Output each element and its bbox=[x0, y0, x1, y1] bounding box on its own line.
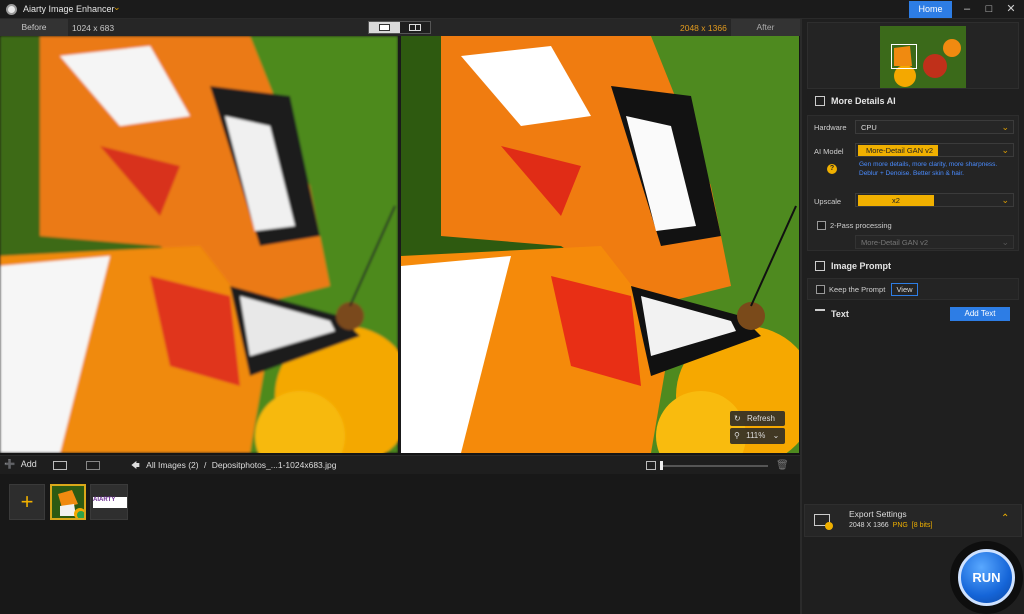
butterfly-before-graphic bbox=[0, 36, 398, 453]
image-list: + AIARTY bbox=[0, 474, 800, 614]
image-thumbnail[interactable]: AIARTY bbox=[90, 484, 128, 520]
add-button[interactable]: ➕ Add bbox=[4, 459, 37, 470]
after-image[interactable] bbox=[401, 36, 799, 453]
small-grid-icon[interactable] bbox=[86, 461, 100, 470]
add-image-tile[interactable]: + bbox=[9, 484, 45, 520]
section-title: More Details AI bbox=[831, 96, 896, 106]
section-more-details: More Details AI bbox=[807, 93, 1019, 111]
ai-model-label: AI Model bbox=[814, 147, 844, 156]
compare-bar: Before 1024 x 683 2048 x 1366 After bbox=[0, 19, 800, 36]
section-image-prompt: Image Prompt bbox=[807, 258, 1019, 276]
chevron-down-icon: ⌄ bbox=[772, 431, 780, 440]
viewport-frame[interactable] bbox=[891, 44, 917, 69]
single-view-button[interactable] bbox=[369, 22, 400, 33]
before-image[interactable] bbox=[0, 36, 398, 453]
hardware-value: CPU bbox=[861, 123, 877, 132]
help-icon[interactable]: ? bbox=[827, 164, 837, 174]
chevron-up-icon[interactable]: ⌃ bbox=[1001, 513, 1009, 524]
document-icon bbox=[815, 261, 825, 271]
maximize-icon[interactable]: □ bbox=[979, 2, 999, 16]
export-info: 2048 X 1366 PNG [8 bits] bbox=[849, 522, 932, 529]
chevron-down-icon: ⌄ bbox=[1001, 195, 1009, 205]
ai-model-value: More-Detail GAN v2 bbox=[858, 145, 938, 156]
zoom-icon: ⚲ bbox=[734, 431, 740, 440]
trash-icon[interactable]: 🗑 bbox=[776, 460, 789, 471]
refresh-icon: ↻ bbox=[734, 414, 741, 423]
split-view-button[interactable] bbox=[400, 22, 430, 33]
ai-settings-box: Hardware CPU ⌄ AI Model More-Detail GAN … bbox=[807, 115, 1019, 251]
upscale-dropdown[interactable]: x2 ⌄ bbox=[855, 193, 1014, 207]
text-icon bbox=[815, 309, 825, 319]
chevron-down-icon: ⌄ bbox=[1001, 237, 1009, 247]
zoom-value: 111% bbox=[746, 431, 766, 440]
enhance-icon bbox=[815, 96, 825, 106]
app-window: Aiarty Image Enhancer ⌄ Home – □ ✕ Befor… bbox=[0, 0, 1024, 614]
zoom-dropdown[interactable]: ⚲ 111% ⌄ bbox=[730, 428, 785, 444]
navigator-preview[interactable] bbox=[807, 22, 1019, 89]
two-pass-checkbox[interactable] bbox=[817, 221, 826, 230]
butterfly-thumbnail-graphic bbox=[52, 486, 84, 518]
plus-icon: ➕ bbox=[4, 459, 16, 469]
after-size: 2048 x 1366 bbox=[680, 23, 727, 33]
breadcrumb: 🡄 All Images (2) / Depositphotos_...1-10… bbox=[131, 460, 336, 474]
breadcrumb-separator: / bbox=[203, 460, 207, 470]
image-list-toolbar: ➕ Add 🡄 All Images (2) / Depositphotos_.… bbox=[0, 455, 800, 474]
image-thumbnail[interactable] bbox=[50, 484, 86, 520]
butterfly-after-graphic bbox=[401, 36, 799, 453]
close-icon[interactable]: ✕ bbox=[1001, 2, 1021, 16]
two-pass-label: 2-Pass processing bbox=[830, 221, 892, 230]
ai-model-description: Gen more details, more clarity, more sha… bbox=[859, 161, 998, 177]
upscale-value: x2 bbox=[858, 195, 934, 206]
minimize-icon[interactable]: – bbox=[957, 2, 977, 16]
before-label: Before bbox=[0, 19, 68, 36]
thumbnail-logo-text: AIARTY bbox=[93, 497, 116, 503]
keep-prompt-checkbox[interactable] bbox=[816, 285, 825, 294]
section-title: Image Prompt bbox=[831, 261, 892, 271]
chevron-down-icon: ⌄ bbox=[1001, 145, 1009, 155]
add-label: Add bbox=[20, 459, 37, 469]
upscale-label: Upscale bbox=[814, 197, 842, 206]
refresh-button[interactable]: ↻ Refresh bbox=[730, 411, 785, 426]
keep-prompt-label: Keep the Prompt bbox=[829, 285, 886, 294]
refresh-label: Refresh bbox=[746, 414, 775, 423]
thumbnail-size-icon bbox=[646, 461, 656, 470]
run-button[interactable]: RUN bbox=[958, 549, 1015, 606]
home-button[interactable]: Home bbox=[909, 1, 952, 18]
back-arrow-icon[interactable]: 🡄 bbox=[131, 460, 140, 470]
app-title: Aiarty Image Enhancer bbox=[23, 4, 115, 14]
settings-panel: More Details AI Hardware CPU ⌄ AI Model … bbox=[800, 19, 1024, 614]
after-label: After bbox=[731, 19, 800, 36]
title-bar: Aiarty Image Enhancer ⌄ Home – □ ✕ bbox=[0, 0, 1024, 19]
two-pass-model-value: More-Detail GAN v2 bbox=[861, 238, 929, 247]
section-title: Text bbox=[831, 309, 849, 319]
export-bits: [8 bits] bbox=[911, 522, 933, 529]
view-prompt-button[interactable]: View bbox=[891, 283, 918, 296]
export-dimensions: 2048 X 1366 bbox=[849, 522, 889, 529]
export-settings[interactable]: Export Settings 2048 X 1366 PNG [8 bits]… bbox=[804, 504, 1022, 537]
all-images-link[interactable]: All Images (2) bbox=[146, 460, 198, 470]
hardware-label: Hardware bbox=[814, 123, 847, 132]
gear-icon bbox=[825, 522, 833, 530]
slider-handle[interactable] bbox=[660, 461, 663, 470]
large-grid-icon[interactable] bbox=[53, 461, 67, 470]
view-mode-toggle bbox=[368, 21, 431, 34]
add-text-button[interactable]: Add Text bbox=[950, 307, 1010, 321]
file-name: Depositphotos_...1-1024x683.jpg bbox=[211, 460, 337, 470]
two-pass-model-dropdown[interactable]: More-Detail GAN v2 ⌄ bbox=[855, 235, 1014, 249]
ai-model-dropdown[interactable]: More-Detail GAN v2 ⌄ bbox=[855, 143, 1014, 157]
thumbnail-size-slider[interactable] bbox=[660, 465, 768, 467]
export-title: Export Settings bbox=[849, 509, 907, 519]
app-logo-icon bbox=[6, 4, 17, 15]
chevron-down-icon[interactable]: ⌄ bbox=[113, 2, 121, 13]
hardware-dropdown[interactable]: CPU ⌄ bbox=[855, 120, 1014, 134]
chevron-down-icon: ⌄ bbox=[1001, 122, 1009, 132]
export-format: PNG bbox=[892, 522, 908, 529]
before-size: 1024 x 683 bbox=[72, 23, 115, 33]
